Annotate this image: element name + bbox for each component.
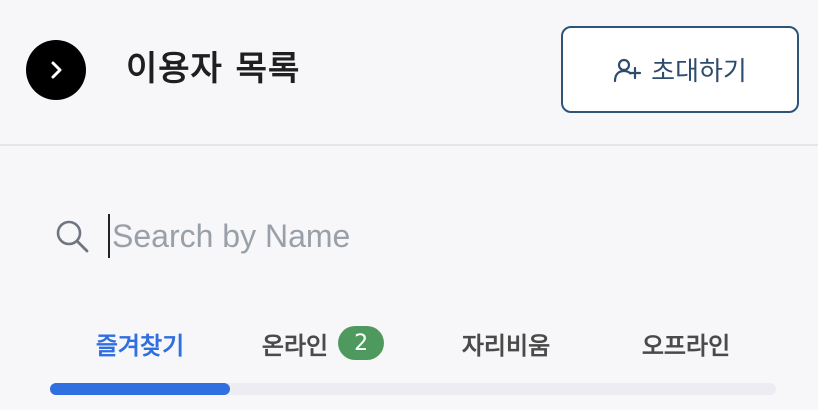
search-icon: [56, 220, 89, 253]
expand-button[interactable]: [26, 40, 86, 100]
search-bar: [54, 210, 754, 262]
tab-indicator-track: [50, 383, 776, 395]
tab-label: 즐겨찾기: [95, 331, 185, 360]
search-input[interactable]: [108, 214, 712, 258]
invite-button[interactable]: 초대하기: [561, 26, 799, 113]
chevron-right-icon: [51, 61, 62, 79]
page-title: 이용자 목록: [126, 49, 301, 89]
invite-label: 초대하기: [651, 57, 747, 87]
tab-label: 오프라인: [641, 331, 731, 360]
tab-label: 자리비움: [461, 331, 551, 360]
user-list-panel: 이용자 목록 초대하기 즐겨찾기 온라인 2 자리비움 오프라인: [0, 0, 818, 410]
header: 이용자 목록 초대하기: [0, 0, 818, 146]
tab-online[interactable]: 온라인 2: [232, 320, 414, 366]
tab-favorites[interactable]: 즐겨찾기: [50, 320, 230, 366]
tab-away[interactable]: 자리비움: [416, 320, 596, 366]
tab-label: 온라인: [261, 331, 329, 360]
status-tabs: 즐겨찾기 온라인 2 자리비움 오프라인: [50, 320, 776, 366]
count-badge: 2: [338, 326, 385, 360]
add-user-icon: [614, 58, 642, 82]
active-tab-indicator: [50, 383, 230, 395]
tab-offline[interactable]: 오프라인: [596, 320, 776, 366]
